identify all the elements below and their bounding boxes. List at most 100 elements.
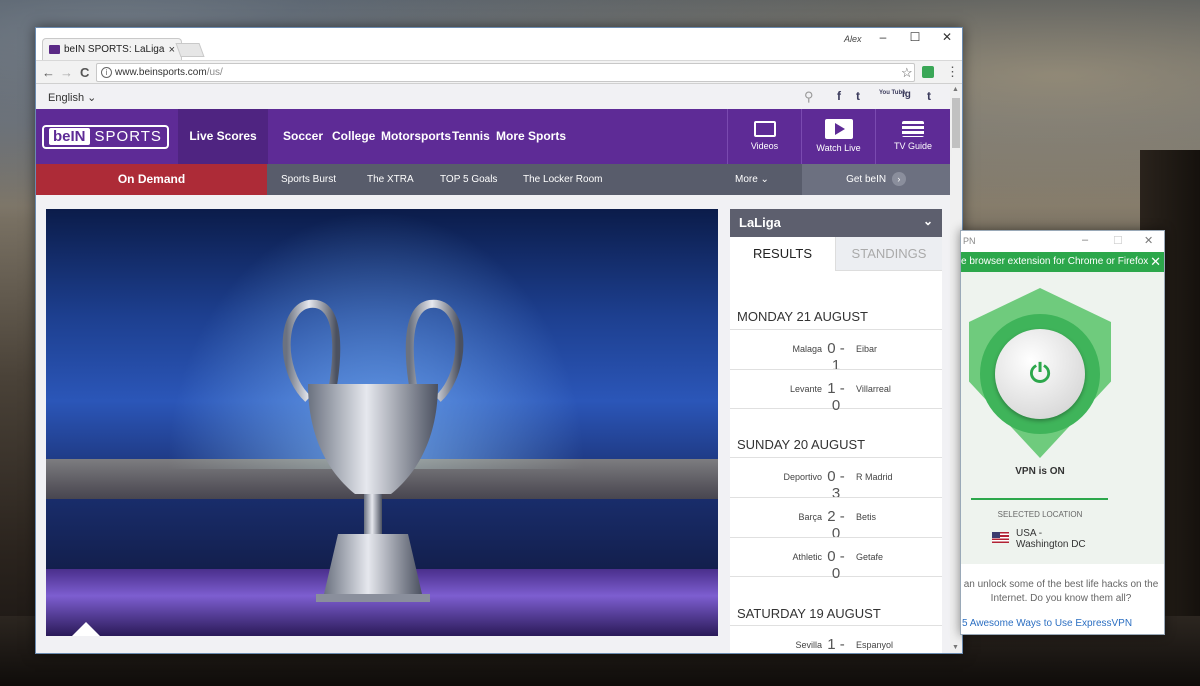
facebook-icon[interactable]: f xyxy=(837,89,841,103)
get-bein-button[interactable]: Get beIN › xyxy=(802,164,950,195)
vpn-window: PN – ☐ ✕ e browser extension for Chrome … xyxy=(960,230,1165,635)
nav-college[interactable]: College xyxy=(332,109,375,164)
language-label: English xyxy=(48,92,85,104)
videos-icon xyxy=(753,121,776,137)
vpn-tip-text: an unlock some of the best life hacks on… xyxy=(963,579,1159,604)
league-name: LaLiga xyxy=(739,215,781,230)
scroll-down-icon[interactable]: ▼ xyxy=(952,644,959,651)
tv-guide-label: TV Guide xyxy=(893,141,933,151)
home-team: Sevilla xyxy=(795,640,822,650)
new-tab-button[interactable] xyxy=(175,43,205,57)
hero-image[interactable] xyxy=(46,209,718,636)
location-picker[interactable]: USA - Washington DC xyxy=(1016,528,1086,550)
extension-banner-text: e browser extension for Chrome or Firefo… xyxy=(961,256,1149,267)
tab-title: beIN SPORTS: LaLiga, Lig xyxy=(64,44,165,55)
watch-live-label: Watch Live xyxy=(816,143,861,153)
twitter-icon[interactable]: t xyxy=(856,89,860,103)
address-bar[interactable]: i www.beinsports.com/us/ xyxy=(96,63,915,82)
subnav-the-xtra[interactable]: The XTRA xyxy=(367,164,414,195)
bookmark-star-icon[interactable]: ☆ xyxy=(901,65,913,81)
live-scores-link[interactable]: Live Scores xyxy=(178,109,268,164)
language-selector[interactable]: English ⌄ xyxy=(48,91,96,104)
search-icon[interactable]: ⚲ xyxy=(804,89,814,105)
nav-tennis[interactable]: Tennis xyxy=(452,109,490,164)
selected-location-label: SELECTED LOCATION xyxy=(997,510,1083,519)
vpn-tips-link[interactable]: 5 Awesome Ways to Use ExpressVPN xyxy=(962,618,1132,629)
profile-name[interactable]: Alex xyxy=(844,34,862,44)
tab-standings[interactable]: STANDINGS xyxy=(836,237,942,271)
more-dropdown[interactable]: More ⌄ xyxy=(735,164,769,195)
subnav-sports-burst[interactable]: Sports Burst xyxy=(281,164,336,195)
banner-close-icon[interactable]: ✕ xyxy=(1150,254,1161,270)
scrollbar-thumb[interactable] xyxy=(952,98,960,148)
subnav-the-locker-room[interactable]: The Locker Room xyxy=(523,164,602,195)
league-selector[interactable]: LaLiga ⌄ xyxy=(730,209,942,237)
match-row[interactable]: Malaga 0 - 1 Eibar xyxy=(730,329,942,374)
bein-favicon-icon xyxy=(49,45,60,54)
match-row[interactable]: Levante 1 - 0 Villarreal xyxy=(730,369,942,414)
match-row[interactable]: Barça 2 - 0 Betis xyxy=(730,497,942,542)
instagram-icon[interactable]: ig xyxy=(902,89,911,100)
chevron-down-icon: ⌄ xyxy=(87,92,97,104)
tab-results[interactable]: RESULTS xyxy=(730,237,836,271)
match-score: 1 - 0 xyxy=(827,380,845,414)
home-team: Barça xyxy=(798,512,822,522)
tab-close-icon[interactable]: × xyxy=(169,44,175,56)
power-button[interactable]: ⏻ xyxy=(995,329,1085,419)
info-icon[interactable]: i xyxy=(101,67,112,78)
maximize-button[interactable]: ☐ xyxy=(900,30,930,46)
status-divider xyxy=(971,498,1108,500)
away-team: Getafe xyxy=(856,552,884,562)
match-score: 1 - 1 xyxy=(827,636,845,653)
reload-icon[interactable]: C xyxy=(80,65,89,80)
minimize-button[interactable]: – xyxy=(868,30,898,46)
results-widget: LaLiga ⌄ RESULTS STANDINGS MONDAY 21 AUG… xyxy=(730,209,942,653)
toolbar: ← → C i www.beinsports.com/us/ ☆ ⋮ xyxy=(36,60,962,84)
tumblr-icon[interactable]: t xyxy=(927,89,931,103)
back-arrow-icon[interactable]: ← xyxy=(42,65,55,80)
away-team: Eibar xyxy=(856,344,878,354)
vpn-maximize-button: ☐ xyxy=(1113,235,1123,247)
watch-live-tile[interactable]: Watch Live xyxy=(801,109,875,164)
tv-guide-icon xyxy=(902,121,924,137)
videos-tile[interactable]: Videos xyxy=(727,109,801,164)
scroll-up-icon[interactable]: ▲ xyxy=(952,86,959,93)
home-team: Athletic xyxy=(792,552,822,562)
carousel-indicator[interactable] xyxy=(72,622,100,636)
nav-soccer[interactable]: Soccer xyxy=(283,109,323,164)
location-country: USA - xyxy=(1016,528,1043,539)
match-row[interactable]: Athletic 0 - 0 Getafe xyxy=(730,537,942,582)
forward-arrow-icon[interactable]: → xyxy=(60,65,73,80)
chevron-right-icon: › xyxy=(891,172,906,186)
chevron-down-icon: ⌄ xyxy=(922,214,933,228)
day-heading: MONDAY 21 AUGUST xyxy=(737,309,868,324)
vpn-status-panel: ⏻ VPN is ON SELECTED LOCATION USA - Wash… xyxy=(961,272,1164,564)
nav-more-sports[interactable]: More Sports xyxy=(496,109,566,164)
away-team: Villarreal xyxy=(856,384,891,394)
home-team: Levante xyxy=(789,384,822,394)
extension-banner[interactable]: e browser extension for Chrome or Firefo… xyxy=(961,252,1164,272)
vpn-close-button[interactable]: ✕ xyxy=(1144,234,1153,247)
on-demand-link[interactable]: On Demand xyxy=(36,164,267,195)
extension-icon[interactable] xyxy=(922,66,934,78)
vpn-minimize-button[interactable]: – xyxy=(1082,234,1088,246)
day-heading: SUNDAY 20 AUGUST xyxy=(737,437,866,452)
bein-sports-logo[interactable]: beIN SPORTS xyxy=(36,109,178,164)
browser-window: beIN SPORTS: LaLiga, Lig × Alex – ☐ ✕ ← … xyxy=(35,27,963,654)
browser-menu-icon[interactable]: ⋮ xyxy=(946,64,959,80)
vpn-status: VPN is ON xyxy=(1015,466,1065,477)
tv-guide-tile[interactable]: TV Guide xyxy=(875,109,950,164)
nav-motorsports[interactable]: Motorsports xyxy=(381,109,451,164)
match-row[interactable]: Sevilla 1 - 1 Espanyol xyxy=(730,625,942,653)
url-path: /us/ xyxy=(206,67,223,78)
away-team: Betis xyxy=(856,512,877,522)
away-team: Espanyol xyxy=(856,640,894,650)
sub-navigation: On Demand Sports Burst The XTRA TOP 5 Go… xyxy=(36,164,950,195)
videos-label: Videos xyxy=(750,141,779,151)
get-bein-label: Get beIN xyxy=(846,174,887,185)
close-window-button[interactable]: ✕ xyxy=(932,30,962,46)
match-row[interactable]: Deportivo 0 - 3 R Madrid xyxy=(730,457,942,502)
browser-tab[interactable]: beIN SPORTS: LaLiga, Lig × xyxy=(42,38,182,60)
subnav-top-5-goals[interactable]: TOP 5 Goals xyxy=(440,164,497,195)
away-team: R Madrid xyxy=(856,472,893,482)
